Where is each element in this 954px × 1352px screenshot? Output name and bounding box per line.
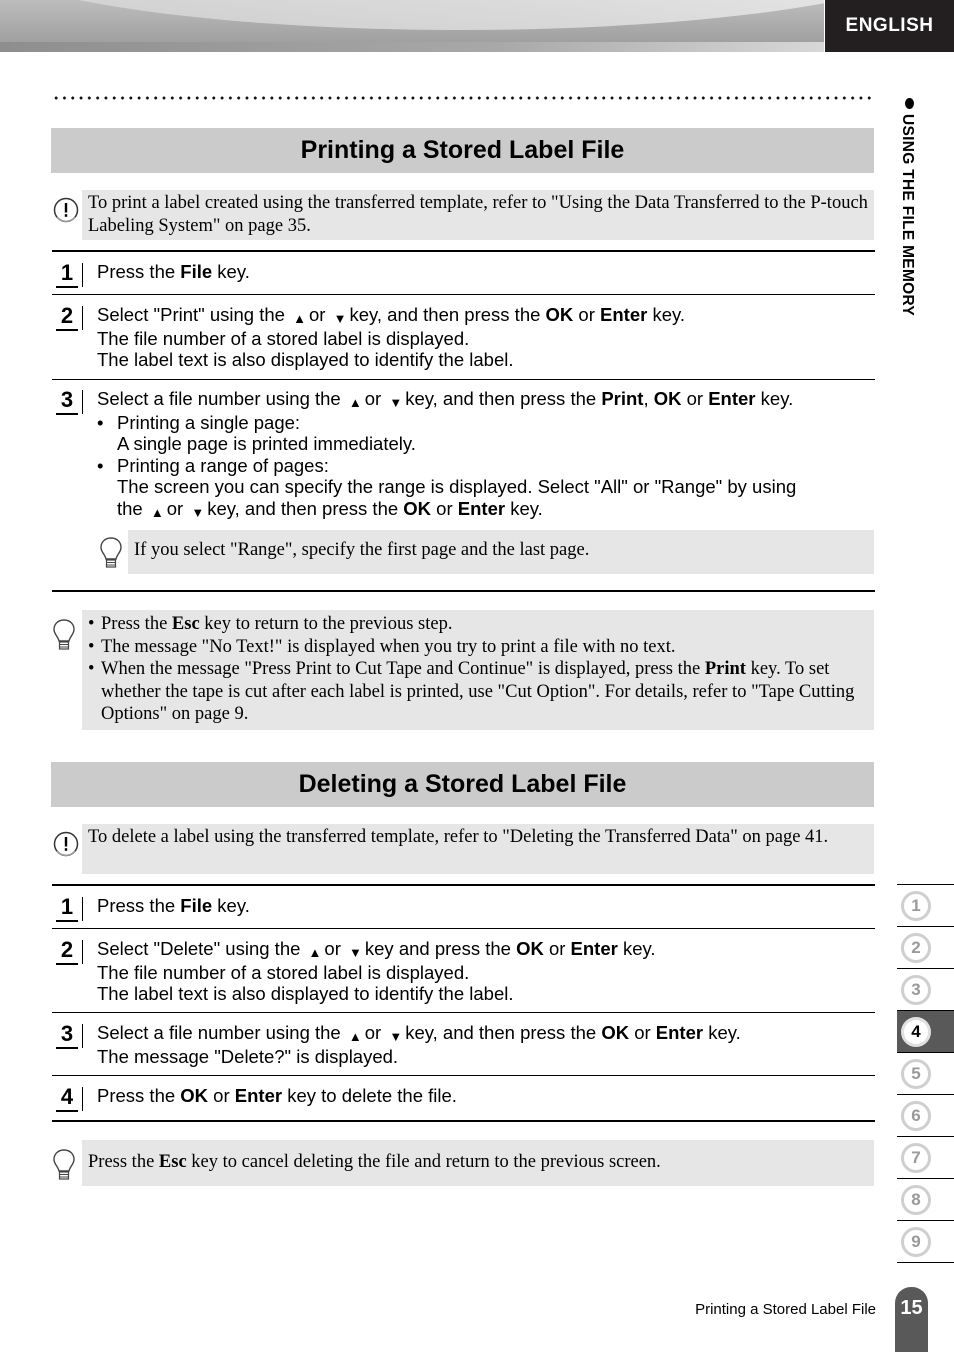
chapter-tab-6[interactable]: 6 xyxy=(897,1094,954,1136)
key-name: File xyxy=(180,261,213,282)
hint-item: • The message "No Text!" is displayed wh… xyxy=(88,636,676,657)
step-number: 1 xyxy=(56,261,83,288)
divider xyxy=(52,294,875,295)
lightbulb-icon xyxy=(53,619,75,650)
step-text: Press the OK or Enter key to delete the … xyxy=(97,1085,457,1106)
chapter-tab-1[interactable]: 1 xyxy=(897,884,954,926)
chapter-tab-4[interactable]: 4 xyxy=(897,1010,954,1052)
dotted-divider xyxy=(52,96,874,100)
chapter-tab-5[interactable]: 5 xyxy=(897,1052,954,1094)
divider xyxy=(52,590,875,592)
step-text: Select "Print" using the ▲ or ▼ key, and t… xyxy=(97,304,686,370)
hints-note: • Press the Esc key to return to the pre… xyxy=(82,610,874,730)
lightbulb-icon xyxy=(53,1149,75,1180)
chapter-tab-7[interactable]: 7 xyxy=(897,1136,954,1178)
hint-note: Press the Esc key to cancel deleting the… xyxy=(82,1140,874,1186)
section-title-printing: Printing a Stored Label File xyxy=(51,128,874,173)
caution-note: To print a label created using the trans… xyxy=(82,190,874,240)
step-number: 1 xyxy=(56,895,83,922)
down-arrow-icon: ▼ xyxy=(333,311,347,326)
caution-icon xyxy=(53,831,79,857)
hint-item: • When the message "Press Print to Cut T… xyxy=(88,659,855,724)
caution-icon xyxy=(53,197,79,223)
bullet-item: • Printing a range of pages: The screen … xyxy=(97,454,797,520)
step-number: 3 xyxy=(56,388,83,415)
step-text: Select a file number using the ▲ or ▼ key,… xyxy=(97,388,875,521)
divider xyxy=(52,379,875,380)
step-number: 3 xyxy=(56,1022,83,1049)
divider xyxy=(52,884,875,886)
page-number: 15 xyxy=(895,1287,928,1352)
key-name: OK xyxy=(545,304,574,325)
up-arrow-icon: ▲ xyxy=(348,395,362,410)
chapter-tabs: 1 2 3 4 5 6 7 8 9 xyxy=(897,884,954,1263)
step-number: 2 xyxy=(56,938,83,965)
step-number: 4 xyxy=(56,1085,83,1112)
step-text: Select a file number using the ▲ or ▼ key,… xyxy=(97,1022,741,1067)
footer-section-title: Printing a Stored Label File xyxy=(695,1301,876,1318)
up-arrow-icon: ▲ xyxy=(308,945,322,960)
lightbulb-icon xyxy=(100,537,122,568)
step-text: Select "Delete" using the ▲ or ▼ key and p… xyxy=(97,938,656,1004)
down-arrow-icon: ▼ xyxy=(389,1029,403,1044)
key-name: Enter xyxy=(600,304,648,325)
step-text: Press the File key. xyxy=(97,895,250,916)
divider xyxy=(52,1012,875,1013)
chapter-tab-3[interactable]: 3 xyxy=(897,968,954,1010)
divider xyxy=(52,928,875,929)
header-banner xyxy=(0,0,824,52)
divider xyxy=(52,1075,875,1076)
step-number: 2 xyxy=(56,304,83,331)
chapter-label: USING THE FILE MEMORY xyxy=(899,114,916,317)
language-tab: ENGLISH xyxy=(825,0,954,52)
section-title-deleting: Deleting a Stored Label File xyxy=(51,762,874,807)
bullet-dot-icon xyxy=(905,98,914,109)
up-arrow-icon: ▲ xyxy=(348,1029,362,1044)
divider xyxy=(52,250,875,252)
down-arrow-icon: ▼ xyxy=(191,504,205,520)
chapter-tab-8[interactable]: 8 xyxy=(897,1178,954,1220)
caution-note: To delete a label using the transferred … xyxy=(82,824,874,874)
hint-note: If you select "Range", specify the first… xyxy=(128,530,874,574)
up-arrow-icon: ▲ xyxy=(293,311,306,326)
divider xyxy=(52,1120,875,1122)
up-arrow-icon: ▲ xyxy=(150,504,164,520)
chapter-tab-9[interactable]: 9 xyxy=(897,1220,954,1263)
hint-item: • Press the Esc key to return to the pre… xyxy=(88,614,453,634)
step-text: Press the File key. xyxy=(97,261,250,282)
chapter-tab-2[interactable]: 2 xyxy=(897,926,954,968)
down-arrow-icon: ▼ xyxy=(389,395,403,410)
bullet-item: • Printing a single page: A single page … xyxy=(97,411,416,455)
down-arrow-icon: ▼ xyxy=(349,945,362,960)
